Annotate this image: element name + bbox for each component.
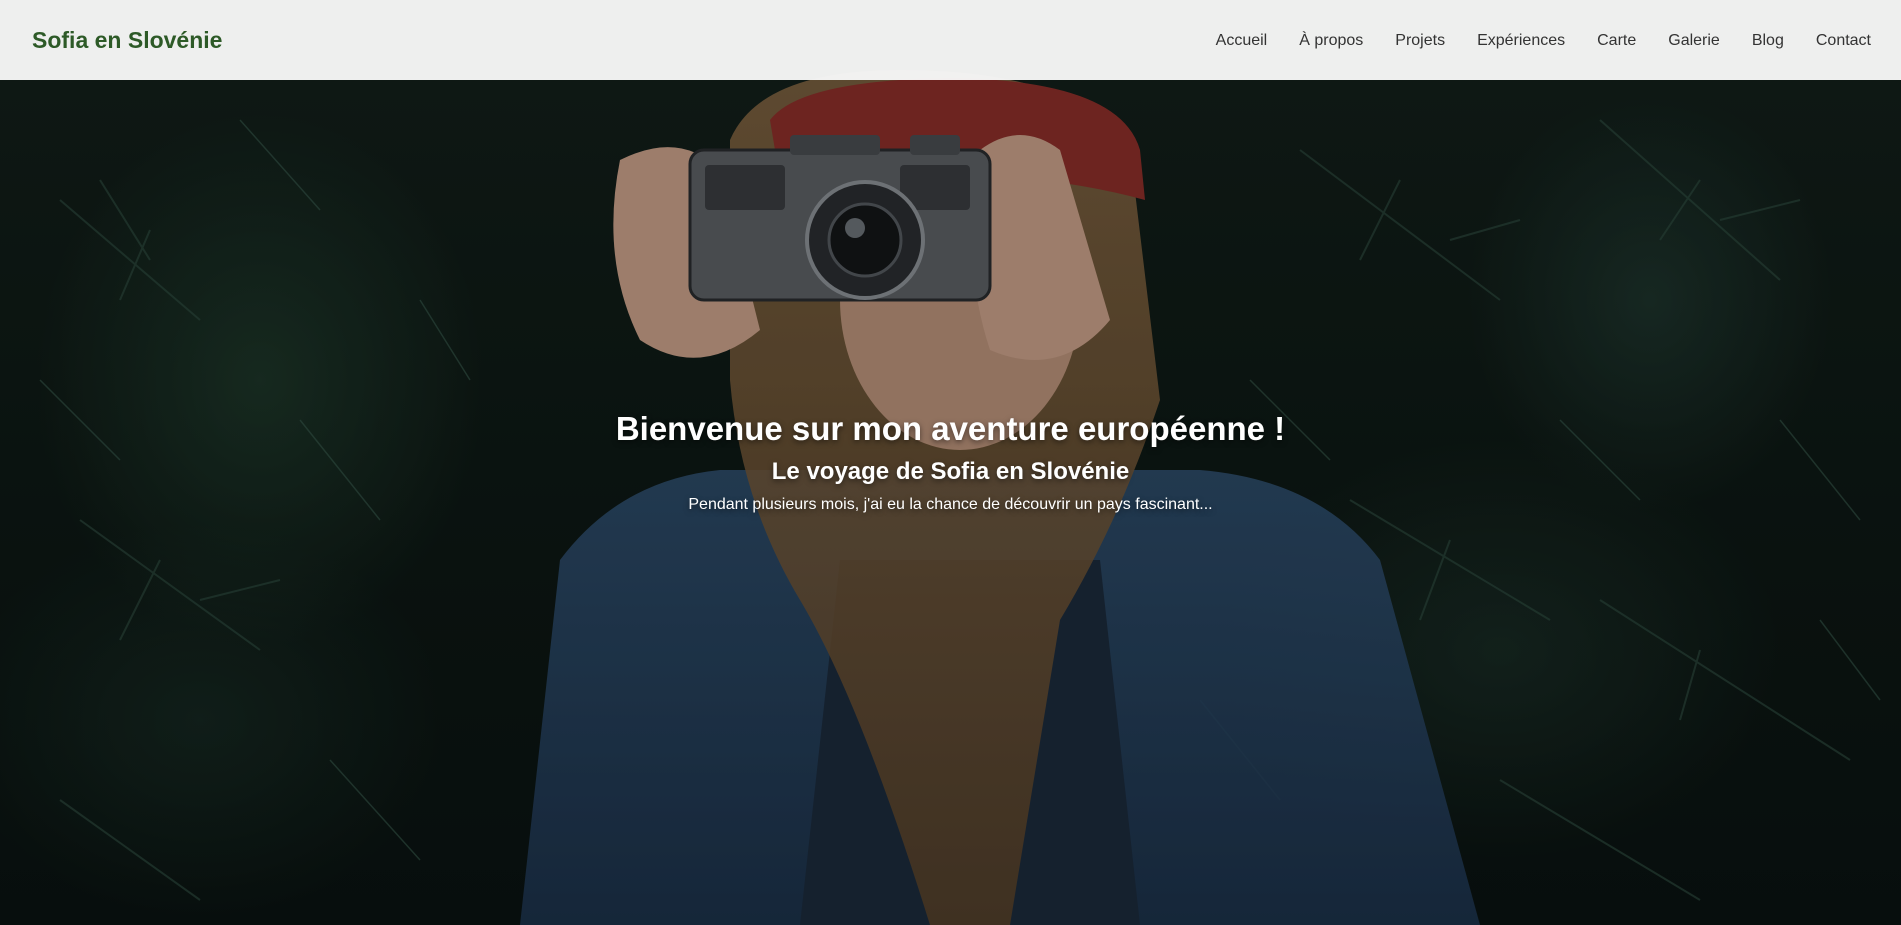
hero-intro-text: Pendant plusieurs mois, j'ai eu la chanc…	[688, 496, 1213, 513]
nav-item-blog: Blog	[1752, 30, 1784, 50]
nav-link-projets[interactable]: Projets	[1395, 32, 1445, 49]
hero-content: Bienvenue sur mon aventure européenne ! …	[0, 410, 1901, 514]
nav-menu: Accueil À propos Projets Expériences Car…	[1184, 30, 1871, 50]
hero-section: Bienvenue sur mon aventure européenne ! …	[0, 0, 1901, 925]
nav-item-accueil: Accueil	[1216, 30, 1268, 50]
navbar: Sofia en Slovénie Accueil À propos Proje…	[0, 0, 1901, 80]
nav-link-galerie[interactable]: Galerie	[1668, 32, 1720, 49]
nav-link-accueil[interactable]: Accueil	[1216, 32, 1268, 49]
nav-item-a-propos: À propos	[1299, 30, 1363, 50]
nav-item-galerie: Galerie	[1668, 30, 1720, 50]
nav-link-experiences[interactable]: Expériences	[1477, 32, 1565, 49]
nav-item-carte: Carte	[1597, 30, 1636, 50]
nav-link-a-propos[interactable]: À propos	[1299, 32, 1363, 49]
brand-logo-link[interactable]: Sofia en Slovénie	[32, 27, 222, 54]
nav-item-contact: Contact	[1816, 30, 1871, 50]
nav-link-blog[interactable]: Blog	[1752, 32, 1784, 49]
nav-item-projets: Projets	[1395, 30, 1445, 50]
nav-item-experiences: Expériences	[1477, 30, 1565, 50]
nav-link-carte[interactable]: Carte	[1597, 32, 1636, 49]
hero-subtitle: Le voyage de Sofia en Slovénie	[771, 458, 1130, 485]
hero-title: Bienvenue sur mon aventure européenne !	[615, 410, 1286, 447]
nav-link-contact[interactable]: Contact	[1816, 32, 1871, 49]
